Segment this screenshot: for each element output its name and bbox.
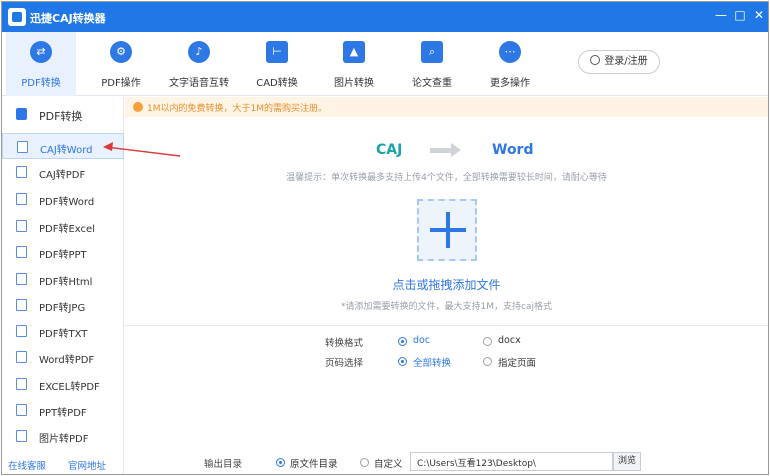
annotation-arrow-head (103, 142, 113, 151)
app-window: 迅捷CAJ转换器 — □ ✕ ⇄ PDF转换 ⚙ PDF操作 ♪ 文字语音互转 … (1, 1, 769, 475)
annotation-arrow-icon (103, 142, 181, 157)
annotation-arrow-line (105, 146, 181, 157)
